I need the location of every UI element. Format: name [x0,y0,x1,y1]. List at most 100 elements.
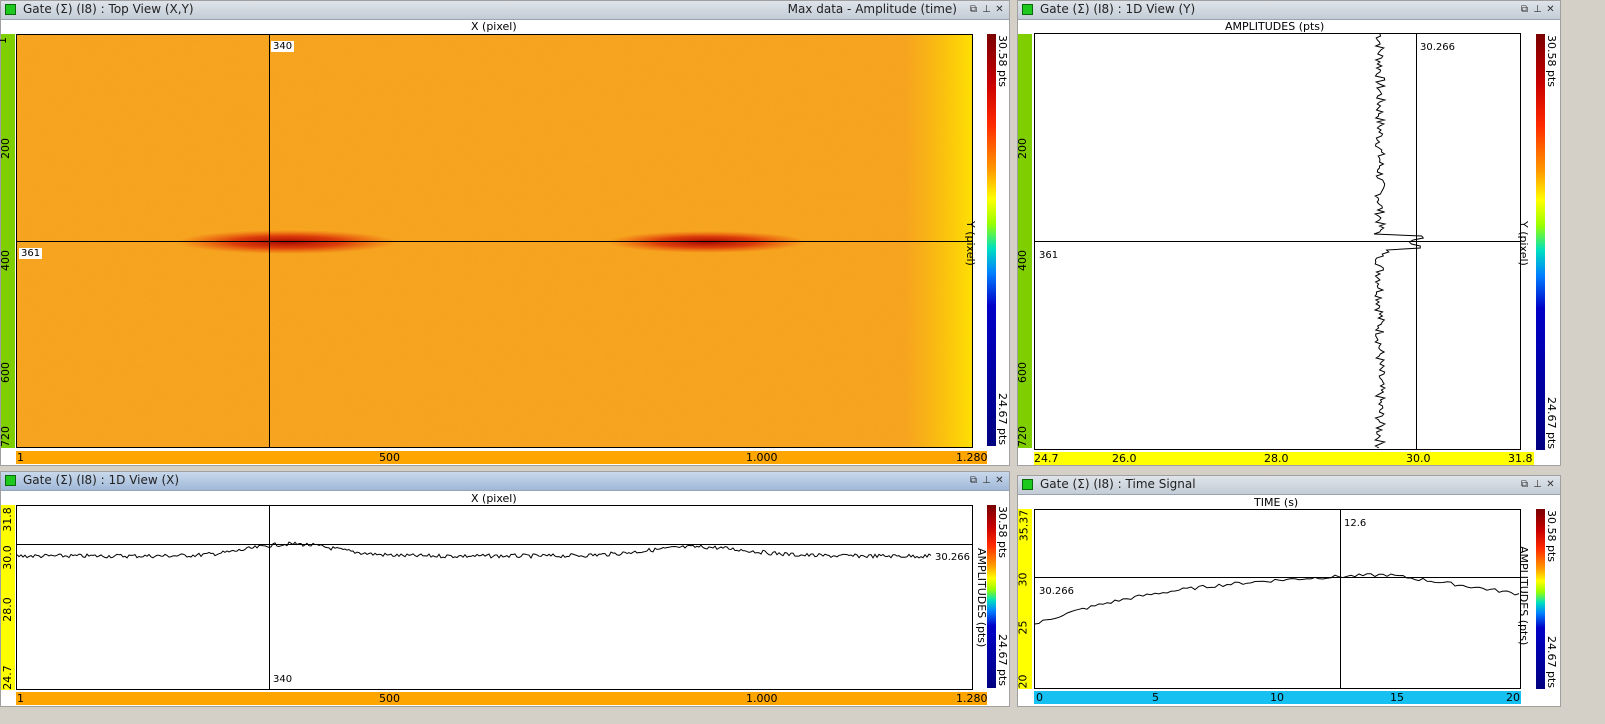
y-tick-label: 28.0 [0,597,14,622]
x-tick-label: 1 [17,451,24,464]
cursor-time-label: 12.6 [1342,518,1369,529]
cursor-y-label: 361 [19,248,43,259]
y-tick-label: 200 [0,138,12,159]
x-tick-label: 26.0 [1112,452,1137,465]
close-icon[interactable]: ✕ [1545,3,1556,16]
cursor-x-label: 340 [271,41,295,52]
cursor-value-label: 30.266 [1037,586,1076,597]
restore-icon[interactable]: ⧉ [968,3,979,16]
view-x-panel: Gate (Σ) (I8) : 1D View (X) ⧉ ⊥ ✕ X (pix… [0,471,1010,707]
view-y-x-axis[interactable]: 24.7 26.0 28.0 30.0 31.8 [1034,452,1534,465]
y-tick-label: 35.37 [1017,509,1031,542]
x-tick-label: 1 [17,692,24,705]
view-y-xlabel: AMPLITUDES (pts) [1225,20,1325,33]
view-x-titlebar[interactable]: Gate (Σ) (I8) : 1D View (X) ⧉ ⊥ ✕ [1,472,1009,491]
top-view-y-axis[interactable]: 1 200 400 600 720 [0,34,15,448]
time-signal-plot[interactable]: 12.6 30.266 [1034,509,1521,689]
y-tick-label: 600 [0,362,12,383]
view-y-ylabel: Y (pixel) [1517,221,1530,266]
view-y-color-scale [1536,34,1545,450]
pin-icon[interactable]: ⊥ [1532,3,1543,16]
pin-icon[interactable]: ⊥ [981,3,992,16]
top-view-titlebar[interactable]: Gate (Σ) (I8) : Top View (X,Y) Max data … [1,1,1009,20]
y-tick-label: 720 [0,426,12,447]
x-tick-label: 1.000 [746,692,778,705]
y-tick-label: 31.8 [0,507,14,532]
y-tick-label: 24.7 [0,665,14,690]
x-tick-label: 500 [379,692,400,705]
time-signal-x-axis[interactable]: 0 5 10 15 20 [1034,691,1521,704]
x-tick-label: 24.7 [1034,452,1059,465]
cursor-horizontal-line[interactable] [17,544,972,545]
view-x-y-axis[interactable]: 31.8 30.0 28.0 24.7 [1,505,15,690]
y-tick-label: 25 [1016,620,1030,635]
top-view-ylabel: Y (pixel) [964,221,977,266]
cursor-y-label: 361 [1037,250,1061,261]
time-signal-title: Gate (Σ) (I8) : Time Signal [1040,477,1196,491]
x-tick-label: 30.0 [1406,452,1431,465]
scale-max-label: 30.58 pts [996,506,1009,559]
view-y-title: Gate (Σ) (I8) : 1D View (Y) [1040,2,1196,16]
top-view-color-scale [987,34,996,446]
y-tick-label: 600 [1016,362,1029,383]
panel-status-icon [5,475,16,486]
y-tick-label: 200 [1016,138,1029,159]
restore-icon[interactable]: ⧉ [1519,478,1530,491]
view-y-titlebar[interactable]: Gate (Σ) (I8) : 1D View (Y) ⧉ ⊥ ✕ [1018,1,1560,20]
close-icon[interactable]: ✕ [994,474,1005,487]
restore-icon[interactable]: ⧉ [1519,3,1530,16]
cursor-horizontal-line[interactable] [17,241,972,242]
panel-status-icon [1022,479,1033,490]
pin-icon[interactable]: ⊥ [1532,478,1543,491]
top-view-info: Max data - Amplitude (time) [787,2,957,16]
top-view-x-axis[interactable]: 1 500 1.000 1.280 [16,451,988,464]
view-x-x-axis[interactable]: 1 500 1.000 1.280 [16,692,988,705]
time-signal-xlabel: TIME (s) [1254,496,1299,509]
time-signal-line [1035,573,1520,625]
x-tick-label: 10 [1270,691,1284,704]
x-tick-label: 1.280 [956,692,988,705]
cursor-value-label: 30.266 [933,552,972,563]
cursor-vertical-line[interactable] [1340,510,1341,688]
close-icon[interactable]: ✕ [1545,478,1556,491]
panel-status-icon [5,4,16,15]
view-y-panel: Gate (Σ) (I8) : 1D View (Y) ⧉ ⊥ ✕ AMPLIT… [1016,0,1561,466]
y-tick-label: 30.0 [0,545,14,570]
panel-status-icon [1022,4,1033,15]
profile-x-line [17,541,932,559]
close-icon[interactable]: ✕ [994,3,1005,16]
scale-max-label: 30.58 pts [1545,35,1558,88]
restore-icon[interactable]: ⧉ [968,474,979,487]
y-tick-label: 30 [1016,572,1030,587]
x-tick-label: 20 [1506,691,1520,704]
top-view-xlabel: X (pixel) [471,20,517,33]
top-view-panel: Gate (Σ) (I8) : Top View (X,Y) Max data … [0,0,1010,466]
top-view-heatmap[interactable]: 340 361 [16,34,973,448]
x-tick-label: 1.000 [746,451,778,464]
view-y-y-axis[interactable]: 200 400 600 720 [1016,34,1032,448]
view-y-plot[interactable]: 30.266 361 [1034,33,1521,450]
scale-max-label: 30.58 pts [1545,510,1558,563]
time-signal-y-axis[interactable]: 35.37 30 25 20 [1016,509,1032,689]
cursor-horizontal-line[interactable] [1035,241,1520,242]
view-x-xlabel: X (pixel) [471,492,517,505]
cursor-vertical-line[interactable] [269,506,270,689]
y-tick-label: 1 [0,37,9,44]
scale-min-label: 24.67 pts [1545,636,1558,689]
time-signal-titlebar[interactable]: Gate (Σ) (I8) : Time Signal ⧉ ⊥ ✕ [1018,476,1560,495]
x-tick-label: 15 [1390,691,1404,704]
cursor-horizontal-line[interactable] [1035,577,1520,578]
cursor-x-label: 340 [271,674,295,685]
scale-min-label: 24.67 pts [1545,397,1558,450]
y-tick-label: 400 [0,250,12,271]
view-x-title: Gate (Σ) (I8) : 1D View (X) [23,473,180,487]
view-x-color-scale [987,505,996,688]
y-tick-label: 720 [1016,426,1029,447]
x-tick-label: 0 [1036,691,1043,704]
pin-icon[interactable]: ⊥ [981,474,992,487]
top-view-title: Gate (Σ) (I8) : Top View (X,Y) [23,2,194,16]
view-x-plot[interactable]: 340 30.266 [16,505,973,690]
x-tick-label: 1.280 [956,451,988,464]
scale-min-label: 24.67 pts [996,634,1009,687]
time-signal-color-scale [1536,509,1545,689]
